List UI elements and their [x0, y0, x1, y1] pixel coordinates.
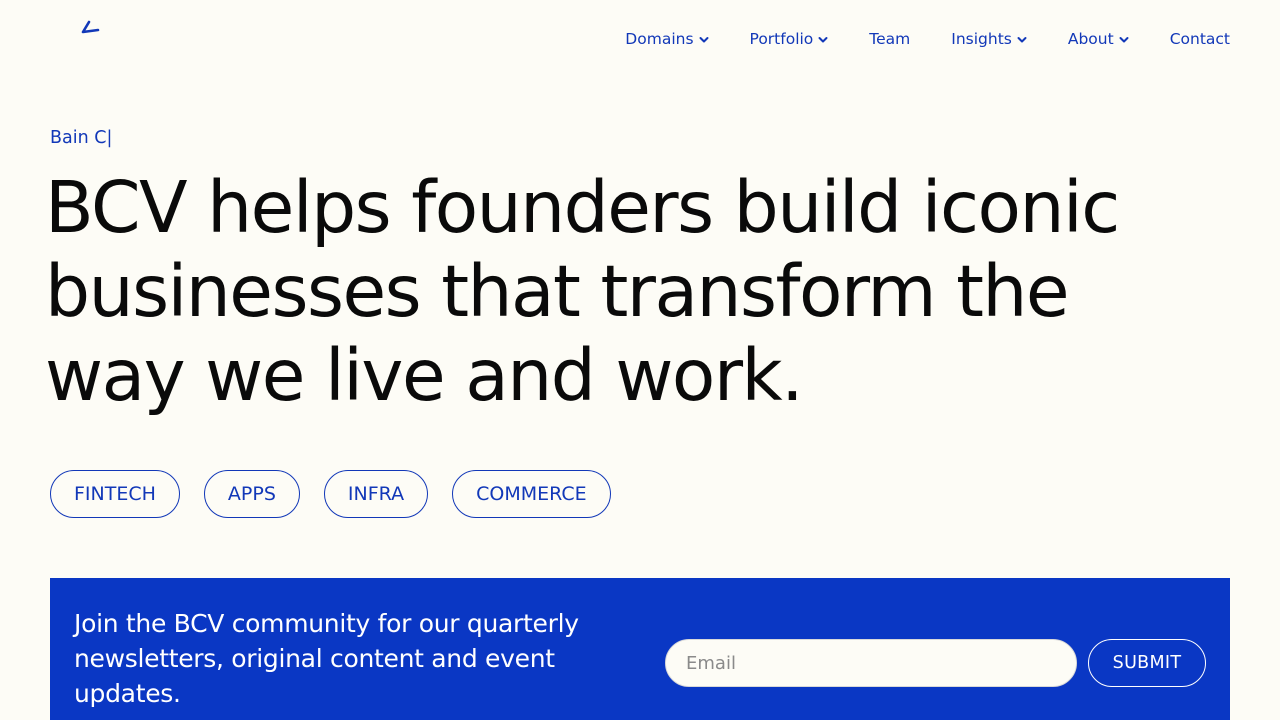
domain-pill-apps[interactable]: APPS	[203, 470, 300, 518]
chevron-down-icon	[818, 37, 828, 43]
bcv-logo-icon[interactable]	[80, 20, 102, 36]
nav-item-label: Portfolio	[749, 30, 814, 48]
domain-pill-fintech[interactable]: FINTECH	[50, 470, 180, 518]
nav-item-label: Team	[869, 30, 911, 48]
chevron-down-icon	[699, 37, 709, 43]
nav-item-insights[interactable]: Insights	[951, 30, 1027, 48]
nav-item-label: About	[1067, 30, 1114, 48]
nav-item-label: Contact	[1169, 30, 1230, 48]
domain-pill-infra[interactable]: INFRA	[323, 470, 429, 518]
nav-item-label: Domains	[625, 30, 694, 48]
main-nav: Domains Portfolio Team Insights About Co…	[625, 28, 1230, 50]
nav-item-domains[interactable]: Domains	[625, 30, 709, 48]
nav-item-team[interactable]: Team	[869, 30, 910, 48]
submit-button[interactable]: SUBMIT	[1088, 639, 1206, 687]
newsletter-banner: Join the BCV community for our quarterly…	[50, 578, 1230, 720]
nav-item-about[interactable]: About	[1068, 30, 1129, 48]
hero-headline: BCV helps founders build iconic business…	[45, 166, 1120, 417]
domain-pills: FINTECH APPS INFRA COMMERCE	[50, 470, 635, 518]
email-input[interactable]	[665, 639, 1077, 687]
chevron-down-icon	[1119, 37, 1129, 43]
hero-eyebrow: Bain C|	[50, 128, 113, 148]
newsletter-text: Join the BCV community for our quarterly…	[74, 609, 579, 708]
nav-item-label: Insights	[951, 30, 1012, 48]
nav-item-portfolio[interactable]: Portfolio	[750, 30, 829, 48]
domain-pill-commerce[interactable]: COMMERCE	[452, 470, 611, 518]
nav-item-contact[interactable]: Contact	[1170, 30, 1230, 48]
chevron-down-icon	[1017, 37, 1027, 43]
